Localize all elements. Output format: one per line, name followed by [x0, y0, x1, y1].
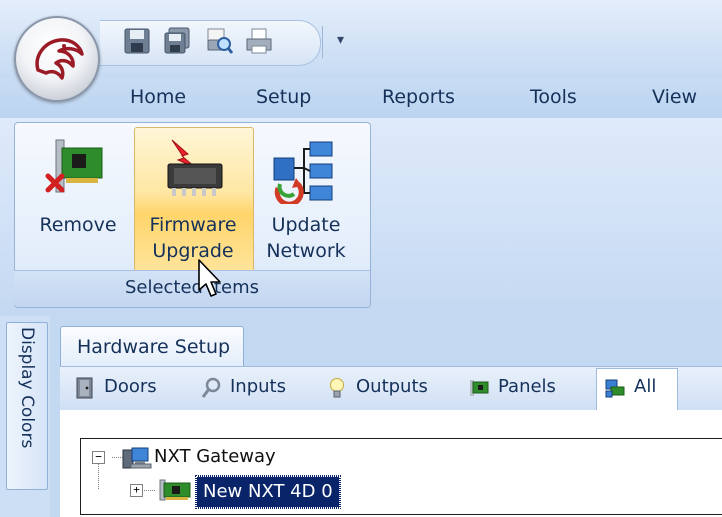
- gateway-computer-icon: [122, 447, 152, 469]
- bird-logo-icon: [35, 38, 84, 80]
- tab-home[interactable]: Home: [130, 86, 186, 108]
- display-colors-tab[interactable]: Display Colors: [6, 322, 48, 490]
- network-icon: [605, 379, 625, 398]
- input-icon: [201, 377, 221, 398]
- update-network-icon: [273, 141, 333, 204]
- tab-setup[interactable]: Setup: [256, 86, 311, 108]
- panel-icon: [470, 380, 489, 396]
- application-menu-button[interactable]: [14, 16, 100, 102]
- panel-board-icon: [159, 479, 191, 501]
- tree-line: [144, 490, 156, 491]
- panels-button[interactable]: Panels: [468, 374, 578, 404]
- customize-qat-icon[interactable]: ▾: [337, 32, 344, 48]
- firmware-upgrade-label-2: Upgrade: [152, 240, 234, 262]
- qat-divider: [322, 26, 323, 58]
- tree-expand-toggle[interactable]: +: [130, 484, 143, 497]
- door-icon: [76, 377, 93, 399]
- save-all-icon[interactable]: [162, 26, 192, 56]
- bulb-icon: [330, 378, 344, 398]
- remove-button[interactable]: Remove: [30, 212, 126, 238]
- tab-reports[interactable]: Reports: [382, 86, 455, 108]
- ribbon-tab-bar: [0, 78, 722, 118]
- update-network-label-1[interactable]: Update: [256, 212, 356, 238]
- tab-hardware-setup[interactable]: Hardware Setup: [60, 326, 244, 366]
- doors-button[interactable]: Doors: [74, 374, 174, 404]
- all-button[interactable]: All: [604, 374, 674, 404]
- ribbon-group-caption: Selected Items: [14, 270, 370, 307]
- tab-view[interactable]: View: [652, 86, 697, 108]
- print-preview-icon[interactable]: [204, 26, 234, 56]
- update-network-label-2[interactable]: Network: [256, 238, 356, 264]
- outputs-button[interactable]: Outputs: [326, 374, 446, 404]
- tree-node-nxt-4d[interactable]: New NXT 4D 0: [195, 475, 341, 509]
- firmware-upgrade-label-1: Firmware: [149, 214, 237, 236]
- remove-board-icon: [45, 139, 103, 193]
- mouse-pointer-icon: [198, 259, 221, 297]
- tab-tools[interactable]: Tools: [530, 86, 577, 108]
- display-colors-label: Display Colors: [17, 327, 37, 449]
- inputs-button[interactable]: Inputs: [200, 374, 300, 404]
- tree-collapse-toggle[interactable]: −: [92, 451, 105, 464]
- tree-line: [98, 462, 99, 490]
- print-icon[interactable]: [244, 26, 274, 56]
- save-icon[interactable]: [122, 26, 152, 56]
- firmware-chip-icon: [167, 139, 223, 196]
- tree-node-gateway[interactable]: NXT Gateway: [154, 446, 276, 467]
